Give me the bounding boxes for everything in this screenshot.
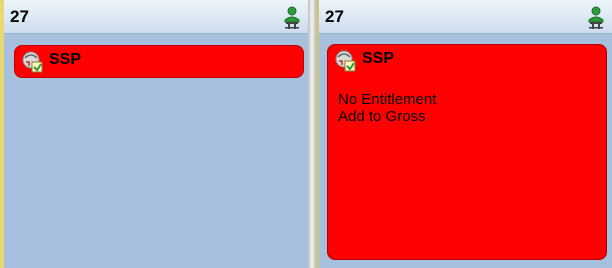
absence-icon: [334, 49, 358, 73]
card-detail-gross: Add to Gross: [338, 108, 426, 125]
absence-card-expanded[interactable]: SSP No Entitlement Add to Gross: [327, 44, 607, 260]
card-detail-entitlement: No Entitlement: [338, 91, 437, 108]
day-panel-left[interactable]: 27 SSP: [0, 0, 308, 268]
day-panel-right[interactable]: 27 SSP No Entitlement Add to Gross: [316, 0, 612, 268]
absence-card[interactable]: SSP: [14, 45, 304, 78]
person-icon[interactable]: [586, 6, 606, 30]
day-number: 27: [10, 7, 29, 26]
absence-icon: [21, 50, 45, 74]
panel-divider: [308, 0, 316, 268]
day-header: 27: [4, 0, 308, 34]
card-title: SSP: [362, 50, 395, 67]
day-header: 27: [319, 0, 612, 34]
person-icon[interactable]: [282, 6, 302, 30]
day-number: 27: [325, 7, 344, 26]
card-title: SSP: [49, 51, 82, 68]
